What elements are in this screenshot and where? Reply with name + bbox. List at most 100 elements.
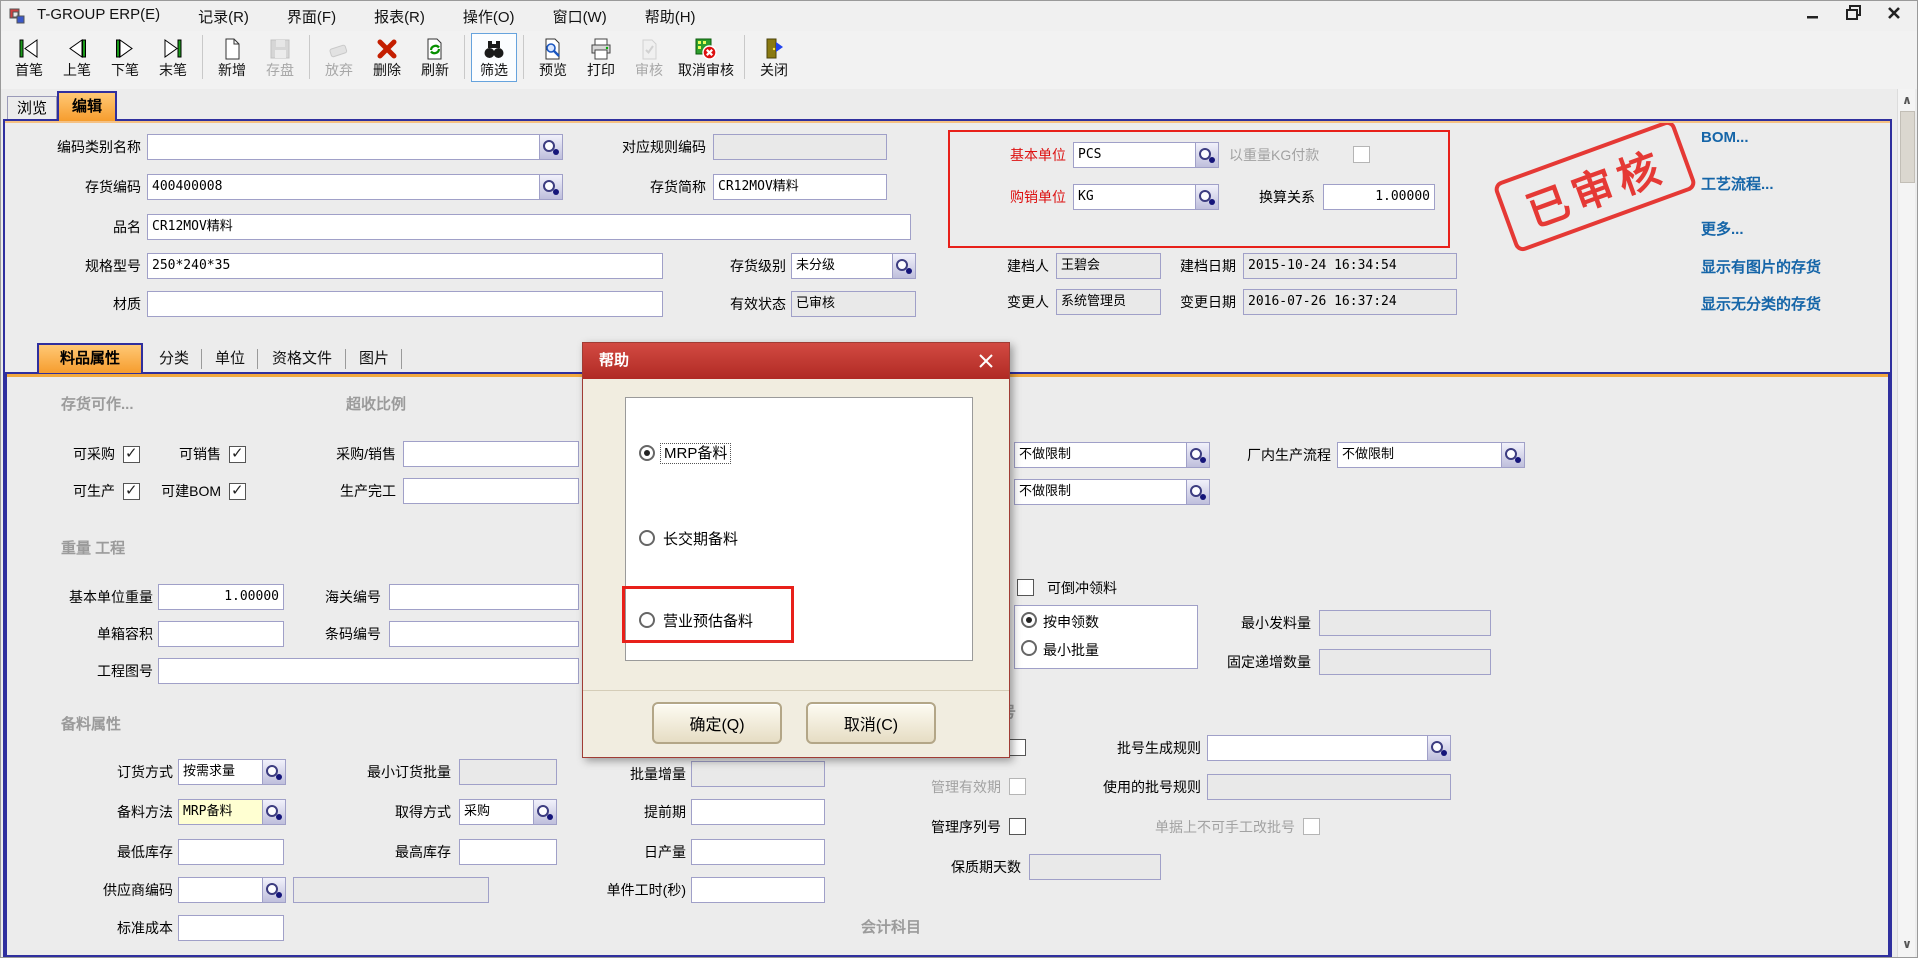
manage-batch-checkbox[interactable] bbox=[1009, 739, 1026, 756]
can-bom-checkbox[interactable] bbox=[229, 483, 246, 500]
can-sale-checkbox[interactable] bbox=[229, 446, 246, 463]
unit-weight-field[interactable]: 1.00000 bbox=[158, 584, 284, 610]
lookup-icon[interactable] bbox=[262, 800, 285, 824]
can-purchase-checkbox[interactable] bbox=[123, 446, 140, 463]
first-record-button[interactable]: 首笔 bbox=[6, 33, 52, 82]
menu-help[interactable]: 帮助(H) bbox=[645, 6, 696, 27]
max-stock-field[interactable] bbox=[459, 839, 557, 865]
min-lot-radio[interactable] bbox=[1021, 640, 1037, 656]
by-application-radio[interactable] bbox=[1021, 612, 1037, 628]
last-record-button[interactable]: 末笔 bbox=[150, 33, 196, 82]
lookup-icon[interactable] bbox=[539, 135, 562, 159]
over-purchase-sale-field[interactable] bbox=[403, 441, 579, 467]
minimize-icon[interactable] bbox=[1806, 6, 1820, 20]
lookup-icon[interactable] bbox=[539, 175, 562, 199]
scrollbar-thumb[interactable] bbox=[1900, 111, 1915, 183]
prep-method-field[interactable]: MRP备料 bbox=[178, 799, 286, 825]
prev-record-button[interactable]: 上笔 bbox=[54, 33, 100, 82]
base-unit-field[interactable]: PCS bbox=[1073, 142, 1219, 168]
filter-button[interactable]: 筛选 bbox=[471, 33, 517, 82]
manage-serial-checkbox[interactable] bbox=[1009, 818, 1026, 835]
box-volume-field[interactable] bbox=[158, 621, 284, 647]
tab-item-attributes[interactable]: 料品属性 bbox=[37, 343, 143, 373]
new-button[interactable]: 新增 bbox=[209, 33, 255, 82]
order-mode-field[interactable]: 按需求量 bbox=[178, 759, 286, 785]
menu-window[interactable]: 窗口(W) bbox=[553, 6, 607, 27]
close-button[interactable]: 关闭 bbox=[751, 33, 797, 82]
code-category-field[interactable] bbox=[147, 134, 563, 160]
lookup-icon[interactable] bbox=[1186, 443, 1209, 467]
material-field[interactable] bbox=[147, 291, 663, 317]
batch-rule-field[interactable] bbox=[1207, 735, 1451, 761]
tab-edit[interactable]: 编辑 bbox=[57, 91, 117, 121]
menu-interface[interactable]: 界面(F) bbox=[287, 6, 336, 27]
can-produce-checkbox[interactable] bbox=[123, 483, 140, 500]
mrp-prep-radio[interactable] bbox=[639, 445, 655, 461]
lookup-icon[interactable] bbox=[1195, 185, 1218, 209]
acquire-mode-field[interactable]: 采购 bbox=[459, 799, 557, 825]
vertical-scrollbar[interactable]: ∧ ∨ bbox=[1897, 89, 1915, 957]
supplier-code-field[interactable] bbox=[178, 877, 286, 903]
customs-code-field[interactable] bbox=[389, 584, 579, 610]
std-cost-field[interactable] bbox=[178, 915, 284, 941]
lead-time-field[interactable] bbox=[691, 799, 825, 825]
tab-units[interactable]: 单位 bbox=[207, 347, 253, 371]
spec-field[interactable]: 250*240*35 bbox=[147, 253, 663, 279]
preview-button[interactable]: 预览 bbox=[530, 33, 576, 82]
close-window-icon[interactable] bbox=[1887, 6, 1901, 20]
sales-forecast-prep-radio[interactable] bbox=[639, 612, 655, 628]
item-code-field[interactable]: 400400008 bbox=[147, 174, 563, 200]
cancel-audit-button[interactable]: 取消审核 bbox=[674, 33, 738, 82]
refresh-button[interactable]: 刷新 bbox=[412, 33, 458, 82]
tab-qualification-files[interactable]: 资格文件 bbox=[263, 347, 341, 371]
dialog-close-button[interactable] bbox=[975, 350, 997, 372]
tab-browse[interactable]: 浏览 bbox=[7, 96, 57, 120]
lookup-icon[interactable] bbox=[262, 878, 285, 902]
restriction-field-2[interactable]: 不做限制 bbox=[1014, 479, 1210, 505]
menu-brand[interactable]: T-GROUP ERP(E) bbox=[37, 6, 160, 27]
item-name-field[interactable]: CR12MOV精料 bbox=[147, 214, 911, 240]
barcode-field[interactable] bbox=[389, 621, 579, 647]
daily-output-field[interactable] bbox=[691, 839, 825, 865]
link-process-flow[interactable]: 工艺流程... bbox=[1701, 173, 1911, 195]
lookup-icon[interactable] bbox=[262, 760, 285, 784]
scroll-up-icon[interactable]: ∧ bbox=[1898, 91, 1916, 109]
link-show-with-image[interactable]: 显示有图片的存货 bbox=[1701, 256, 1911, 278]
link-more[interactable]: 更多... bbox=[1701, 218, 1911, 240]
lookup-icon[interactable] bbox=[1195, 143, 1218, 167]
next-record-button[interactable]: 下笔 bbox=[102, 33, 148, 82]
lookup-icon[interactable] bbox=[1186, 480, 1209, 504]
sales-forecast-prep-label[interactable]: 营业预估备料 bbox=[663, 610, 753, 631]
print-button[interactable]: 打印 bbox=[578, 33, 624, 82]
lookup-icon[interactable] bbox=[533, 800, 556, 824]
help-dialog-title[interactable]: 帮助 bbox=[583, 343, 1009, 379]
lookup-icon[interactable] bbox=[1501, 443, 1524, 467]
link-bom[interactable]: BOM... bbox=[1701, 129, 1911, 151]
scroll-down-icon[interactable]: ∨ bbox=[1898, 935, 1916, 953]
delete-button[interactable]: 删除 bbox=[364, 33, 410, 82]
restriction-field-1[interactable]: 不做限制 bbox=[1014, 442, 1210, 468]
link-show-unclassified[interactable]: 显示无分类的存货 bbox=[1701, 293, 1911, 315]
cancel-button[interactable]: 取消(C) bbox=[806, 702, 936, 744]
menu-operate[interactable]: 操作(O) bbox=[463, 6, 515, 27]
conversion-field[interactable]: 1.00000 bbox=[1323, 184, 1435, 210]
ok-button[interactable]: 确定(Q) bbox=[652, 702, 782, 744]
tab-classification[interactable]: 分类 bbox=[151, 347, 197, 371]
unit-hours-field[interactable] bbox=[691, 877, 825, 903]
restore-icon[interactable] bbox=[1846, 5, 1861, 20]
long-lead-prep-label[interactable]: 长交期备料 bbox=[663, 528, 738, 549]
factory-flow-field[interactable]: 不做限制 bbox=[1337, 442, 1525, 468]
backflush-checkbox[interactable] bbox=[1017, 579, 1034, 596]
trade-unit-field[interactable]: KG bbox=[1073, 184, 1219, 210]
menu-record[interactable]: 记录(R) bbox=[198, 6, 249, 27]
drawing-no-field[interactable] bbox=[158, 658, 579, 684]
tab-images[interactable]: 图片 bbox=[351, 347, 397, 371]
level-field[interactable]: 未分级 bbox=[791, 253, 916, 279]
menu-report[interactable]: 报表(R) bbox=[374, 6, 425, 27]
long-lead-prep-radio[interactable] bbox=[639, 530, 655, 546]
over-production-field[interactable] bbox=[403, 478, 579, 504]
lookup-icon[interactable] bbox=[892, 254, 915, 278]
item-short-field[interactable]: CR12MOV精料 bbox=[713, 174, 887, 200]
min-stock-field[interactable] bbox=[178, 839, 284, 865]
mrp-prep-label[interactable]: MRP备料 bbox=[661, 442, 730, 463]
